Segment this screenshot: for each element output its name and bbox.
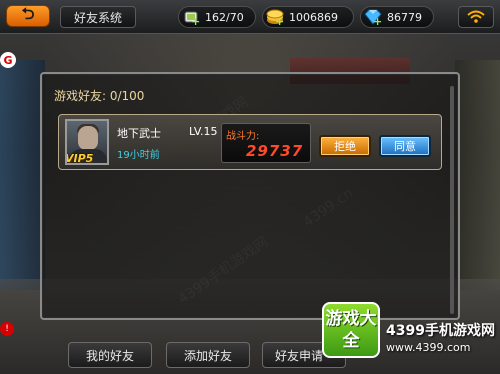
add-energy-icon[interactable]: + (191, 15, 200, 28)
combat-power-value: 29737 (246, 142, 304, 160)
avatar[interactable]: VIP5 (65, 119, 109, 165)
friends-panel: 游戏好友: 0/100 VIP5 地下武士 LV.15 19小时前 战斗力: 2… (40, 72, 460, 320)
watermark-url: www.4399.com (386, 341, 471, 354)
top-bar: ⮌ 好友系统 + 162/70 + 1006869 + 86779 (0, 0, 500, 34)
friend-name: 地下武士 (117, 127, 161, 140)
add-gems-icon[interactable]: + (373, 15, 382, 28)
accept-button[interactable]: 同意 (379, 135, 431, 157)
friends-count-title: 游戏好友: 0/100 (54, 89, 145, 103)
tab-add-friend[interactable]: 添加好友 (166, 342, 250, 368)
gold-counter[interactable]: + 1006869 (262, 6, 354, 28)
tab-my-friends[interactable]: 我的好友 (68, 342, 152, 368)
watermark-site-name: 4399手机游戏网 (386, 323, 495, 339)
energy-value: 162/70 (205, 10, 244, 24)
background-shelf-right (455, 60, 500, 290)
watermark-logo: 游戏大全 4399手机游戏网 www.4399.com (318, 300, 500, 374)
gold-value: 1006869 (289, 10, 338, 24)
energy-counter[interactable]: + 162/70 (178, 6, 256, 28)
background-shelf-left (0, 60, 45, 290)
side-notification-icon[interactable]: G (0, 52, 16, 68)
friend-level: LV.15 (189, 125, 218, 138)
page-title: 好友系统 (60, 6, 136, 28)
add-gold-icon[interactable]: + (275, 15, 284, 28)
combat-power-label: 战斗力: (226, 131, 260, 142)
gem-counter[interactable]: + 86779 (360, 6, 434, 28)
combat-power-box: 战斗力: 29737 (221, 123, 311, 163)
wifi-signal-icon (458, 6, 494, 28)
panel-scrollbar[interactable] (450, 86, 454, 314)
request-time: 19小时前 (117, 150, 160, 161)
gem-value: 86779 (387, 10, 422, 24)
back-button[interactable]: ⮌ (6, 3, 50, 27)
friend-request-card: VIP5 地下武士 LV.15 19小时前 战斗力: 29737 拒绝 同意 (58, 114, 442, 170)
game-logo-icon: 游戏大全 (322, 302, 380, 358)
side-alert-icon[interactable]: ! (0, 322, 14, 336)
reject-button[interactable]: 拒绝 (319, 135, 371, 157)
back-arrow-icon: ⮌ (21, 3, 35, 23)
vip-badge: VIP5 (65, 152, 94, 165)
